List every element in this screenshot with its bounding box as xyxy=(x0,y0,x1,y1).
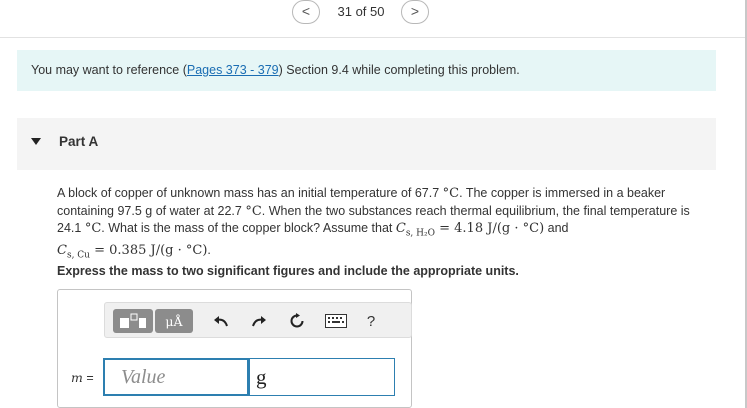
variable-label: m = xyxy=(71,370,94,385)
units-input[interactable]: g xyxy=(249,358,395,396)
question-count: 31 of 50 xyxy=(337,4,385,19)
chevron-right-icon: > xyxy=(410,3,420,19)
reset-icon xyxy=(290,313,304,328)
part-a-header[interactable]: Part A xyxy=(17,118,716,170)
reset-button[interactable] xyxy=(285,309,309,333)
question-pager: < 31 of 50 > xyxy=(0,0,747,28)
help-button[interactable]: ? xyxy=(361,309,381,333)
header-divider xyxy=(0,37,745,38)
redo-icon xyxy=(252,316,266,327)
reference-text: You may want to reference (Pages 373 - 3… xyxy=(31,63,520,77)
keyboard-icon xyxy=(325,314,347,328)
math-toolbar: μÅ ? xyxy=(104,302,412,338)
problem-statement: A block of copper of unknown mass has an… xyxy=(57,186,690,261)
reference-banner: You may want to reference (Pages 373 - 3… xyxy=(17,50,716,91)
value-input[interactable] xyxy=(103,358,249,396)
triangle-down-icon[interactable] xyxy=(31,138,41,145)
answer-box: μÅ ? m = g xyxy=(57,289,412,408)
keyboard-button[interactable] xyxy=(323,309,349,333)
units-button[interactable]: μÅ xyxy=(155,309,193,333)
reference-pages-link[interactable]: Pages 373 - 379 xyxy=(187,63,279,77)
specific-heat-copper: Cs, Cu = 0.385 J/(g · °C) xyxy=(57,243,208,261)
next-question-button[interactable]: > xyxy=(401,0,429,24)
template-icon xyxy=(120,313,146,328)
specific-heat-water: Cs, H₂O = 4.18 J/(g · °C) xyxy=(395,221,545,239)
template-button[interactable] xyxy=(113,309,153,333)
chevron-left-icon: < xyxy=(301,3,311,19)
previous-question-button[interactable]: < xyxy=(292,0,320,24)
undo-icon xyxy=(214,316,228,327)
undo-button[interactable] xyxy=(209,309,233,333)
redo-button[interactable] xyxy=(247,309,271,333)
part-title: Part A xyxy=(59,134,99,149)
answer-instruction: Express the mass to two significant figu… xyxy=(57,264,519,278)
